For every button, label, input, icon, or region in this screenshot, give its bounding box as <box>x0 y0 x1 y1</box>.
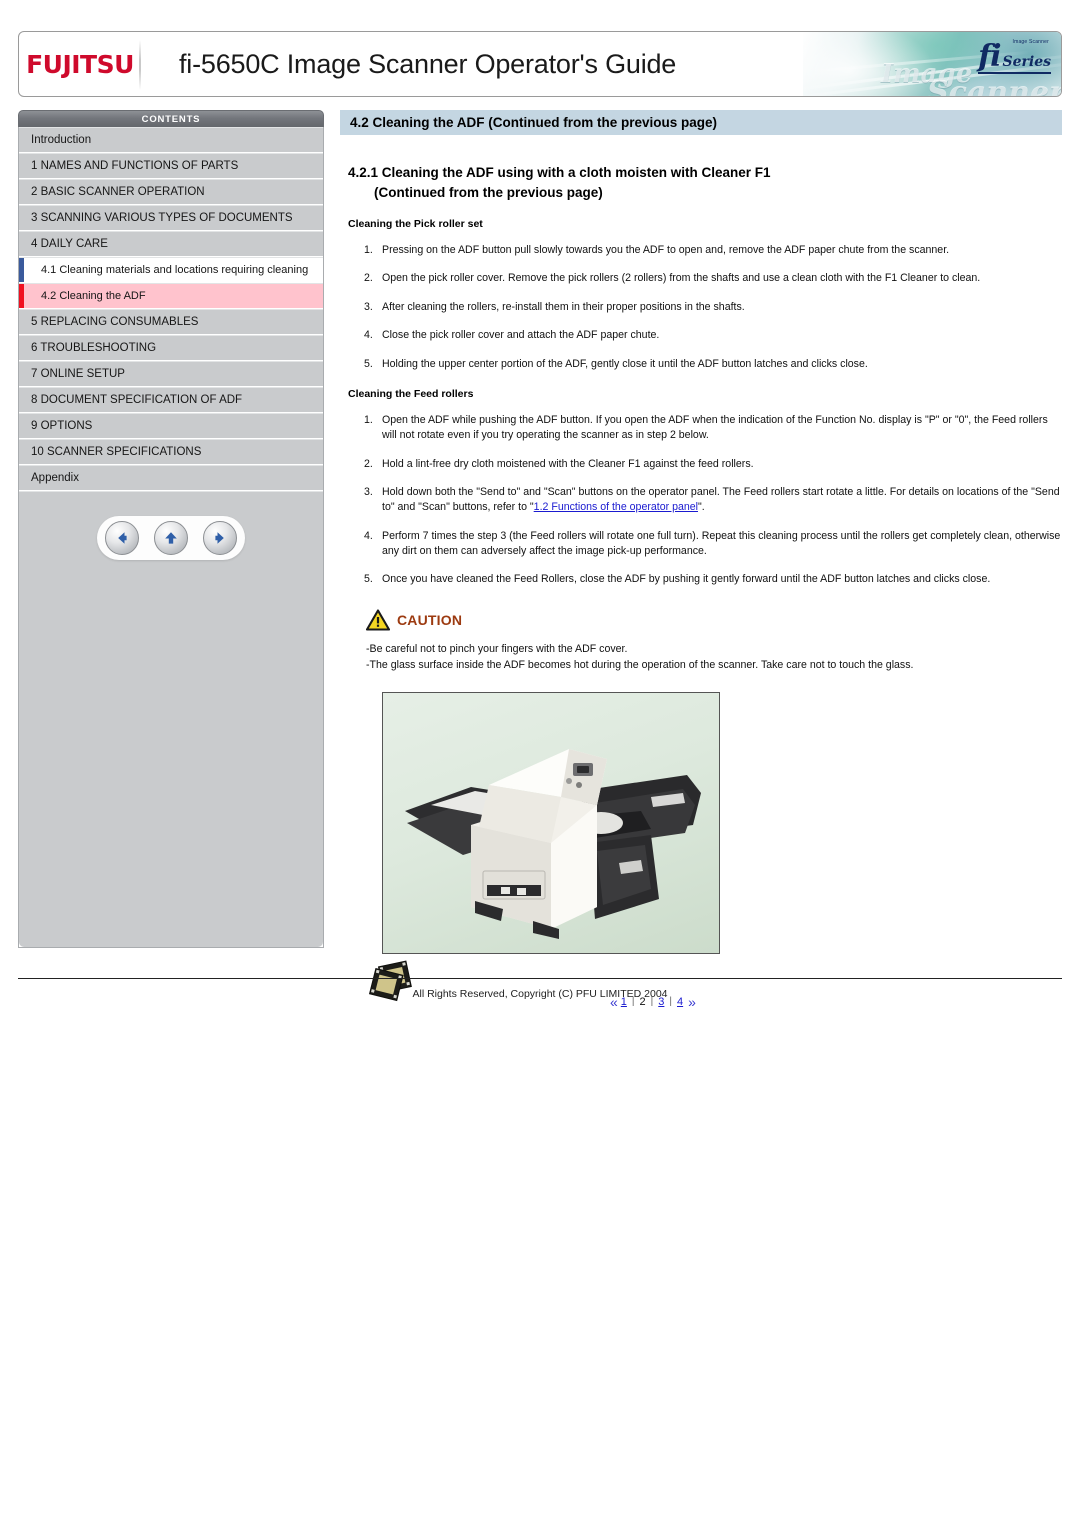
sidebar-item-label: 4.1 Cleaning materials and locations req… <box>41 264 309 276</box>
fi-series-mark: fi Series Image Scanner <box>978 39 1051 74</box>
list-item: Holding the upper center portion of the … <box>364 357 868 373</box>
sidebar-item-label: 7 ONLINE SETUP <box>31 368 125 380</box>
sidebar-item-4-2-cleaning-the-adf[interactable]: 4.2 Cleaning the ADF <box>19 283 323 309</box>
warning-triangle-icon <box>366 609 390 631</box>
figure-area: « 1 | 2 | 3 | 4 » <box>340 691 1062 1022</box>
sidebar-item-replacing-consumables[interactable]: 5 REPLACING CONSUMABLES <box>19 309 323 335</box>
fujitsu-logo-cell: FUJITSU <box>19 32 141 96</box>
subsection-title-block: 4.2.1 Cleaning the ADF using with a clot… <box>340 163 1062 202</box>
banner-watermark-scanner: Scanner <box>927 75 1061 97</box>
sidebar-item-daily-care[interactable]: 4 DAILY CARE <box>19 231 323 257</box>
sidebar-item-document-specification[interactable]: 8 DOCUMENT SPECIFICATION OF ADF <box>19 387 323 413</box>
list-item: After cleaning the rollers, re-install t… <box>364 300 745 316</box>
sidebar-item-4-1-cleaning-materials[interactable]: 4.1 Cleaning materials and locations req… <box>19 257 323 283</box>
header-divider <box>139 40 141 90</box>
up-button[interactable] <box>153 521 188 555</box>
sidebar-item-options[interactable]: 9 OPTIONS <box>19 413 323 439</box>
sidebar-marker-bar <box>19 284 24 308</box>
fujitsu-infinity-icon <box>63 31 85 32</box>
list-item: Close the pick roller cover and attach t… <box>364 328 660 344</box>
pick-roller-heading: Cleaning the Pick roller set <box>348 218 483 231</box>
pick-roller-steps: Pressing on the ADF button pull slowly t… <box>340 243 1062 372</box>
fi-series-banner: Image Scanner fi Series Image Scanner <box>803 32 1061 97</box>
feed-roller-heading: Cleaning the Feed rollers <box>348 387 474 400</box>
sidebar-item-troubleshooting[interactable]: 6 TROUBLESHOOTING <box>19 335 323 361</box>
page-header: FUJITSU fi-5650C Image Scanner Operator'… <box>18 31 1062 97</box>
sidebar-item-basic-scanner-operation[interactable]: 2 BASIC SCANNER OPERATION <box>19 179 323 205</box>
sidebar-item-label: 2 BASIC SCANNER OPERATION <box>31 186 205 198</box>
scanner-illustration <box>405 748 701 939</box>
fujitsu-wordmark: FUJITSU <box>26 49 134 79</box>
sidebar-item-label: 4 DAILY CARE <box>31 238 108 250</box>
step3-text-pre: Hold down both the "Send to" and "Scan" … <box>382 486 1060 514</box>
fi-mark-fi: fi <box>978 39 1001 74</box>
sidebar-marker-bar <box>19 258 24 282</box>
sidebar-item-scanning-documents[interactable]: 3 SCANNING VARIOUS TYPES OF DOCUMENTS <box>19 205 323 231</box>
footer-divider <box>18 978 1062 979</box>
back-button[interactable] <box>104 521 139 555</box>
sidebar-item-label: 8 DOCUMENT SPECIFICATION OF ADF <box>31 394 243 406</box>
sidebar-item-label: 3 SCANNING VARIOUS TYPES OF DOCUMENTS <box>31 212 293 224</box>
list-item: Hold down both the "Send to" and "Scan" … <box>340 485 1062 516</box>
list-item: Hold a lint-free dry cloth moistened wit… <box>364 457 754 473</box>
list-item: Open the ADF while pushing the ADF butto… <box>364 413 1048 442</box>
sidebar-item-label: Appendix <box>31 472 79 484</box>
sidebar-item-introduction[interactable]: Introduction <box>19 127 323 153</box>
sidebar-item-label: Introduction <box>31 134 92 146</box>
sidebar-item-label: 4.2 Cleaning the ADF <box>41 290 146 302</box>
feed-roller-steps: Open the ADF while pushing the ADF butto… <box>340 413 1062 588</box>
caution-header: CAUTION <box>366 608 1062 632</box>
fi-mark-series: Series <box>1002 54 1051 70</box>
up-arrow-icon <box>165 532 177 544</box>
sidebar-item-label: 9 OPTIONS <box>31 420 93 432</box>
sidebar-item-label: 10 SCANNER SPECIFICATIONS <box>31 446 202 458</box>
list-item: Perform 7 times the step 3 (the Feed rol… <box>364 529 1061 558</box>
sidebar: CONTENTS Introduction 1 NAMES AND FUNCTI… <box>18 110 324 948</box>
back-arrow-icon <box>117 532 127 544</box>
sidebar-item-label: 6 TROUBLESHOOTING <box>31 342 157 354</box>
sidebar-spacer <box>19 491 323 947</box>
section-title: 4.2 Cleaning the ADF (Continued from the… <box>340 110 1062 135</box>
caution-line-1: -Be careful not to pinch your fingers wi… <box>366 642 628 655</box>
operator-panel-link[interactable]: 1.2 Functions of the operator panel <box>534 501 698 513</box>
sidebar-item-names-and-functions[interactable]: 1 NAMES AND FUNCTIONS OF PARTS <box>19 153 323 179</box>
list-item: Once you have cleaned the Feed Rollers, … <box>364 572 991 588</box>
caution-line-2: -The glass surface inside the ADF become… <box>366 659 914 672</box>
step3-text-post: ". <box>697 501 705 514</box>
sidebar-item-scanner-specifications[interactable]: 10 SCANNER SPECIFICATIONS <box>19 439 323 465</box>
caution-block: CAUTION -Be careful not to pinch your fi… <box>340 608 1062 674</box>
footer-copyright: All Rights Reserved, Copyright (C) PFU L… <box>412 988 668 1000</box>
toc-list: Introduction 1 NAMES AND FUNCTIONS OF PA… <box>18 127 324 948</box>
forward-arrow-icon <box>215 532 225 544</box>
list-item: Pressing on the ADF button pull slowly t… <box>364 243 950 259</box>
subsection-continued: (Continued from the previous page) <box>374 184 603 200</box>
sidebar-item-label: 1 NAMES AND FUNCTIONS OF PARTS <box>31 160 239 172</box>
list-item: Open the pick roller cover. Remove the p… <box>364 271 981 287</box>
contents-header: CONTENTS <box>18 110 324 127</box>
caution-label: CAUTION <box>397 611 463 628</box>
page-title: fi-5650C Image Scanner Operator's Guide <box>179 48 677 79</box>
main-content: 4.2 Cleaning the ADF (Continued from the… <box>340 110 1062 1022</box>
sidebar-item-appendix[interactable]: Appendix <box>19 465 323 491</box>
subsection-title: 4.2.1 Cleaning the ADF using with a clot… <box>348 165 771 180</box>
sidebar-item-label: 5 REPLACING CONSUMABLES <box>31 316 199 328</box>
navigation-buttons <box>97 516 245 560</box>
sidebar-item-online-setup[interactable]: 7 ONLINE SETUP <box>19 361 323 387</box>
fi-mark-sub: Image Scanner <box>1012 39 1049 45</box>
caution-body: -Be careful not to pinch your fingers wi… <box>366 641 1062 674</box>
forward-button[interactable] <box>203 521 238 555</box>
scanner-photo <box>382 691 720 954</box>
